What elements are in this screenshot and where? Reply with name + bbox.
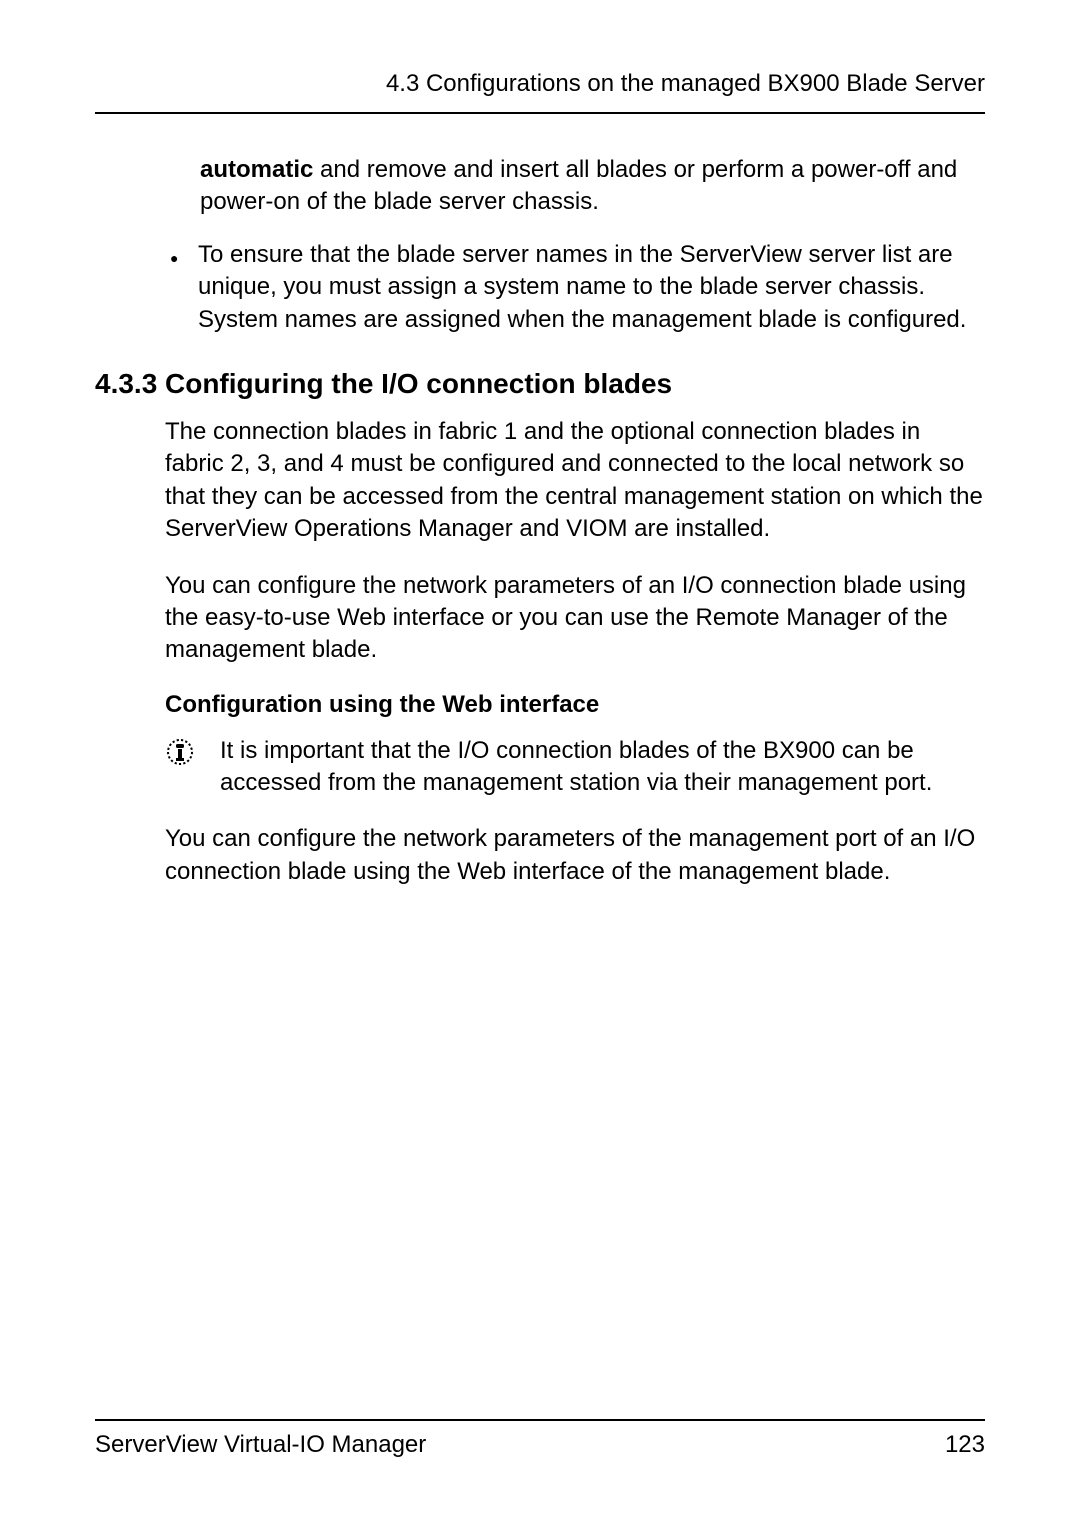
- page-footer: ServerView Virtual-IO Manager 123: [95, 1419, 985, 1459]
- intro-rest-text: and remove and insert all blades or perf…: [200, 156, 957, 215]
- body-paragraph-2: You can configure the network parameters…: [165, 570, 985, 667]
- section-title: Configuring the I/O connection blades: [165, 368, 672, 400]
- document-page: 4.3 Configurations on the managed BX900 …: [0, 0, 1080, 1531]
- info-note: It is important that the I/O connection …: [165, 735, 985, 800]
- intro-continuation-paragraph: automatic and remove and insert all blad…: [200, 154, 985, 219]
- bullet-item: ● To ensure that the blade server names …: [170, 239, 985, 336]
- subheading: Configuration using the Web interface: [165, 691, 985, 719]
- footer-left: ServerView Virtual-IO Manager: [95, 1431, 426, 1459]
- footer-rule: [95, 1419, 985, 1421]
- section-heading: 4.3.3 Configuring the I/O connection bla…: [95, 368, 985, 400]
- section-number: 4.3.3: [95, 368, 165, 400]
- intro-bold-word: automatic: [200, 156, 313, 183]
- running-header: 4.3 Configurations on the managed BX900 …: [95, 70, 985, 98]
- bullet-marker: ●: [170, 239, 198, 268]
- body-paragraph-3: You can configure the network parameters…: [165, 823, 985, 888]
- footer-row: ServerView Virtual-IO Manager 123: [95, 1431, 985, 1459]
- bullet-text: To ensure that the blade server names in…: [198, 239, 985, 336]
- header-rule: [95, 112, 985, 114]
- info-icon: [165, 735, 220, 767]
- info-text: It is important that the I/O connection …: [220, 735, 985, 800]
- body-paragraph-1: The connection blades in fabric 1 and th…: [165, 416, 985, 546]
- page-number: 123: [945, 1431, 985, 1459]
